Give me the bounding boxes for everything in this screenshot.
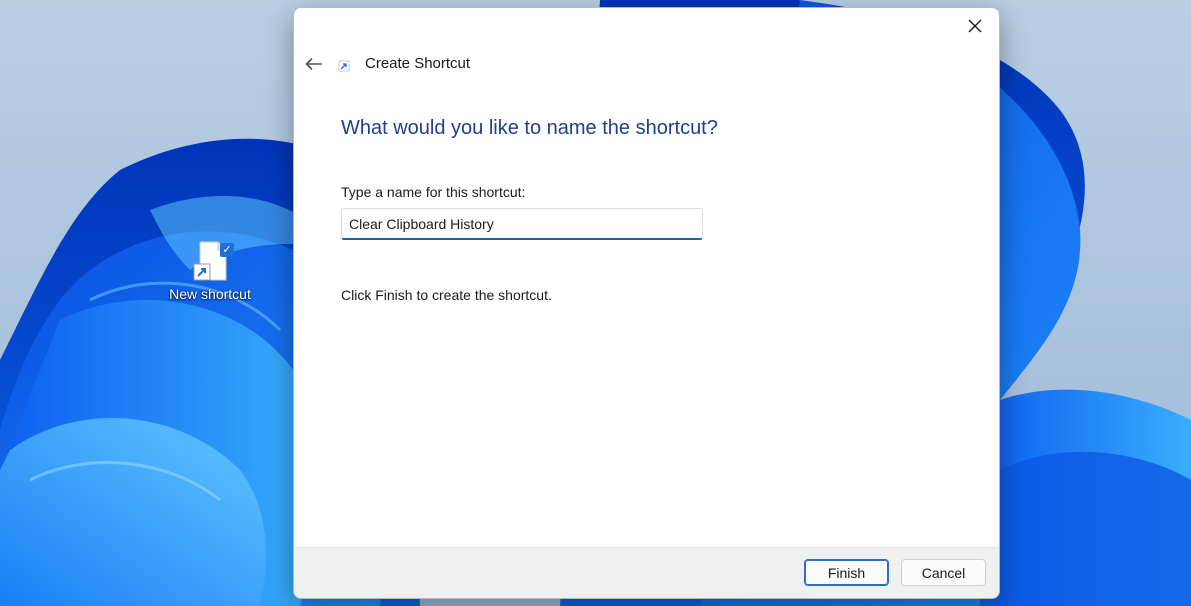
shortcut-arrow-icon xyxy=(338,58,352,72)
instruction-text: Click Finish to create the shortcut. xyxy=(341,287,552,303)
finish-button[interactable]: Finish xyxy=(804,559,889,586)
back-button[interactable] xyxy=(300,50,328,78)
create-shortcut-dialog: Create Shortcut What would you like to n… xyxy=(293,7,1000,599)
dialog-title: Create Shortcut xyxy=(365,55,471,72)
desktop-shortcut-label: New shortcut xyxy=(169,286,251,302)
cancel-button[interactable]: Cancel xyxy=(901,559,986,586)
shortcut-file-icon: ✓ xyxy=(192,240,234,284)
dialog-footer: Finish Cancel xyxy=(294,547,999,598)
page-heading: What would you like to name the shortcut… xyxy=(341,117,718,139)
back-arrow-icon xyxy=(305,57,322,71)
close-button[interactable] xyxy=(959,12,991,40)
selection-check-icon: ✓ xyxy=(220,243,234,257)
close-icon xyxy=(968,19,982,33)
shortcut-name-label: Type a name for this shortcut: xyxy=(341,184,526,200)
shortcut-name-input[interactable] xyxy=(341,208,703,240)
desktop-shortcut[interactable]: ✓ New shortcut xyxy=(160,240,260,304)
